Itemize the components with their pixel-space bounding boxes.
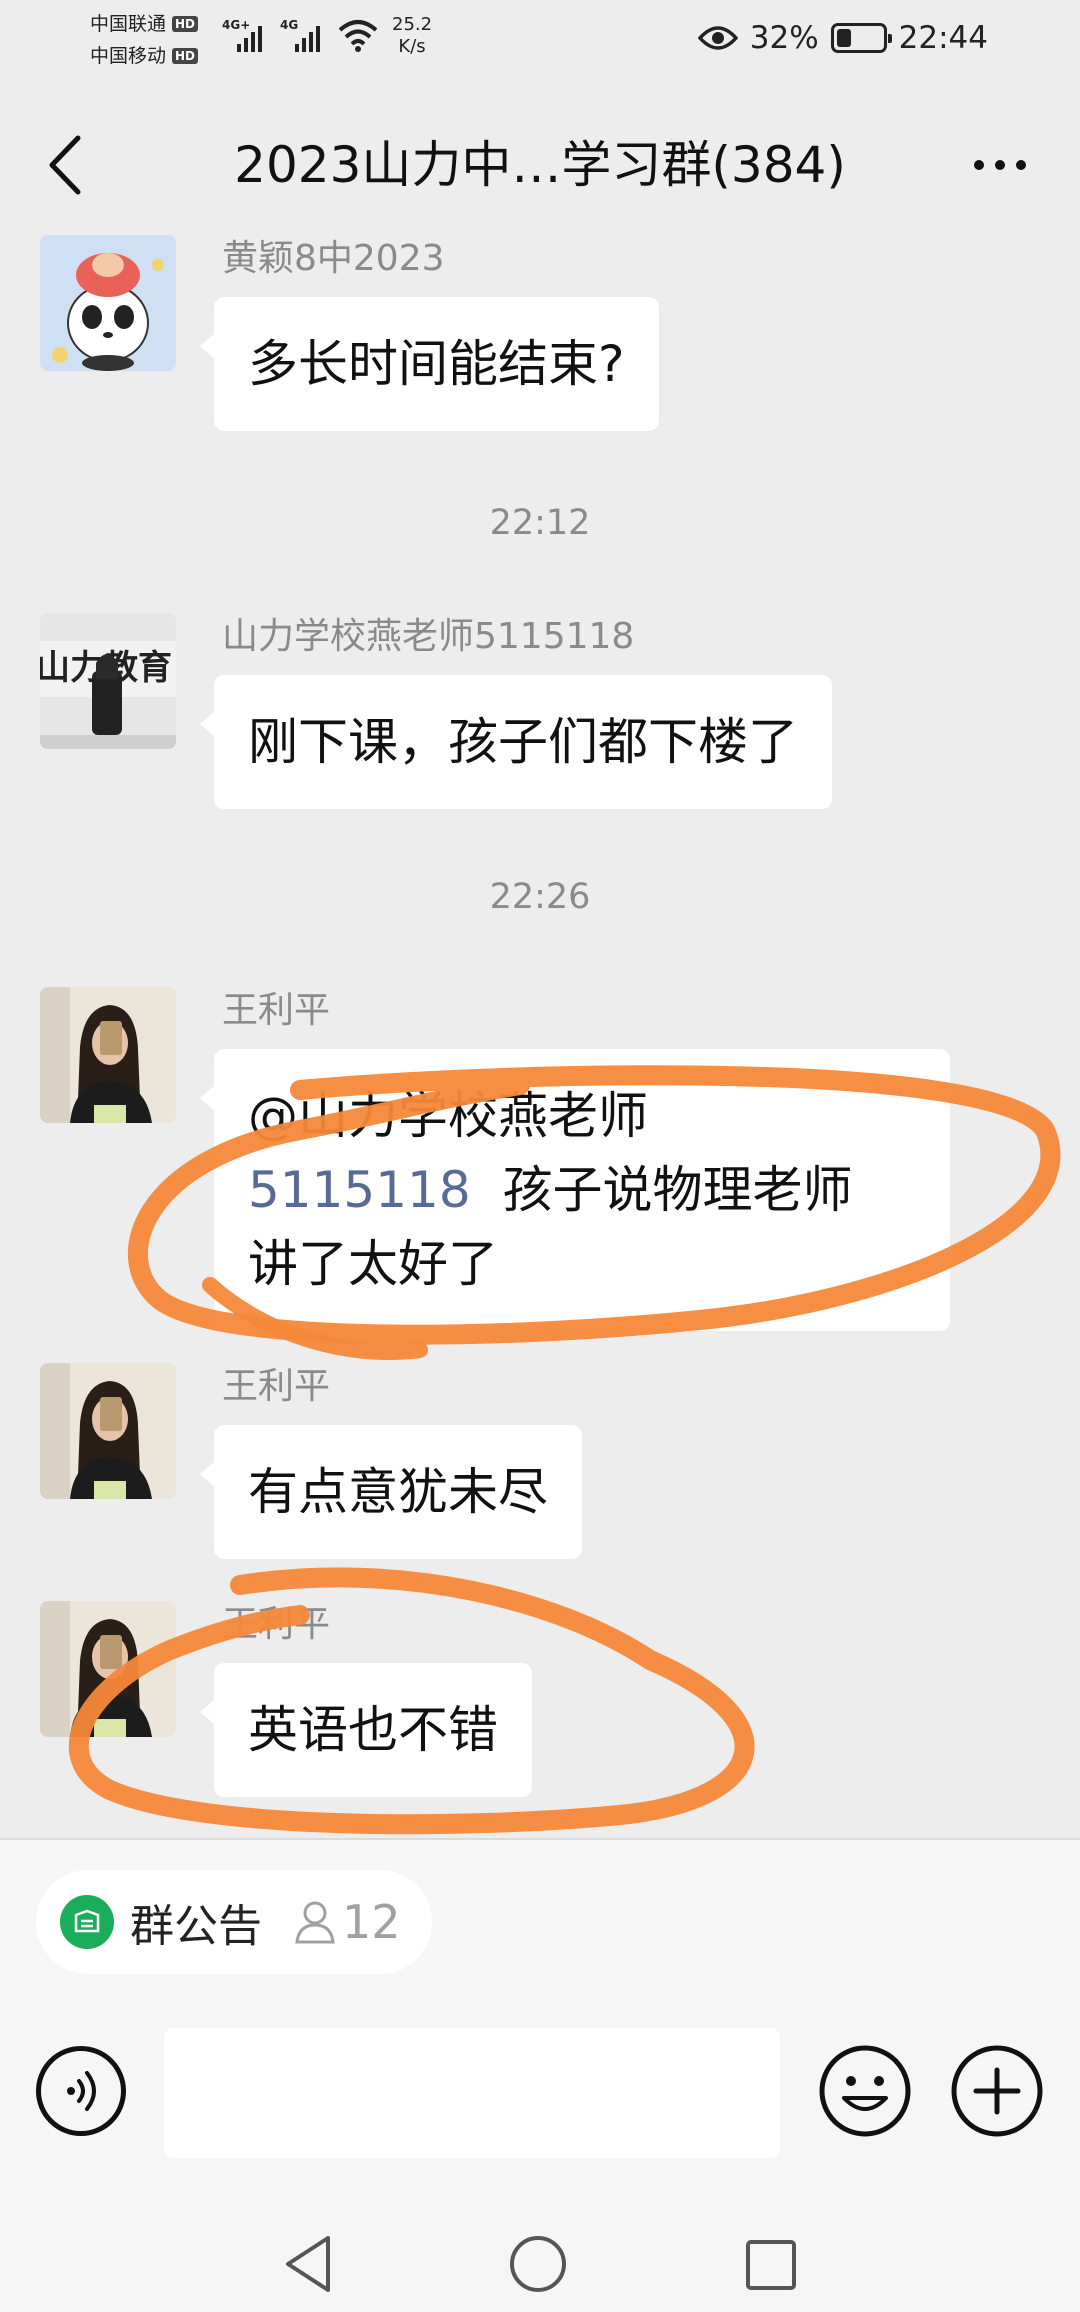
emoji-icon[interactable] [818, 2044, 912, 2138]
avatar-girl[interactable] [40, 1601, 176, 1737]
avatar-girl[interactable] [40, 987, 176, 1123]
sender-name: 王利平 [222, 1366, 331, 1407]
message-bubble[interactable]: 有点意犹未尽 [200, 1425, 582, 1559]
signal-indicators: 4G+ 4G [222, 16, 378, 54]
sender-name: 王利平 [222, 1604, 331, 1645]
speed-value: 25.2 [392, 14, 433, 35]
group-notice-chip[interactable]: 群公告 12 [36, 1870, 432, 1974]
carrier-2: 中国移动 [90, 45, 167, 67]
member-icon [295, 1901, 335, 1944]
group-notice-label: 群公告 [130, 1901, 262, 1952]
message-text: 刚下课，孩子们都下楼了 [248, 713, 798, 771]
more-icon[interactable] [960, 140, 1040, 190]
message-list[interactable]: 黄颖8中2023 多长时间能结束? 22:12 山力教育 山力学校燕老师5115… [0, 235, 1080, 1835]
battery-fill [836, 29, 851, 47]
chat-title: 2023山力中…学习群(384) [234, 136, 846, 194]
network-speed: 25.2 K/s [392, 14, 432, 58]
message-text: 多长时间能结束? [248, 335, 625, 393]
status-time: 22:44 [898, 20, 988, 56]
time-divider: 22:26 [489, 877, 591, 917]
nav-back-icon[interactable] [278, 2232, 338, 2296]
time-divider: 22:12 [489, 503, 591, 543]
message-bubble[interactable]: 多长时间能结束? [200, 297, 659, 431]
message-text-line: 讲了太好了 [248, 1235, 498, 1293]
message-text: 有点意犹未尽 [248, 1463, 548, 1521]
mention-link[interactable]: 5115118 [248, 1161, 471, 1219]
message-text: 英语也不错 [248, 1701, 498, 1759]
nav-home-icon[interactable] [508, 2234, 568, 2294]
bottom-area: 群公告 12 [0, 1840, 1080, 2312]
message-bubble[interactable]: 刚下课，孩子们都下楼了 [200, 675, 832, 809]
message-bubble[interactable]: @山力学校燕老师 5115118 孩子说物理老师 讲了太好了 [200, 1049, 950, 1331]
member-count: 12 [342, 1895, 401, 1949]
avatar-school[interactable]: 山力教育 [40, 613, 176, 749]
status-bar: 中国联通 HD 中国移动 HD 4G+ 4G 25.2 K/s 32% 22:4… [0, 0, 1080, 80]
message-input[interactable] [164, 2028, 780, 2158]
eye-icon [697, 26, 738, 50]
status-right: 32% 22:44 [697, 20, 988, 56]
nav-recent-icon[interactable] [742, 2236, 800, 2294]
hd-badge-1: HD [172, 16, 199, 32]
chat-header: 2023山力中…学习群(384) [0, 100, 1080, 230]
sender-name: 山力学校燕老师5115118 [222, 616, 635, 657]
mention-line-1: @山力学校燕老师 [248, 1087, 648, 1145]
avatar-girl[interactable] [40, 1363, 176, 1499]
message-text-part: 孩子说物理老师 [502, 1161, 853, 1219]
signal-1-icon: 4G+ [222, 16, 262, 54]
back-arrow-icon[interactable] [38, 130, 98, 200]
wifi-icon [338, 20, 378, 52]
avatar-panda[interactable] [40, 235, 176, 371]
voice-icon[interactable] [36, 2046, 126, 2136]
sender-name: 黄颖8中2023 [222, 238, 445, 279]
sender-name: 王利平 [222, 990, 331, 1031]
speed-unit: K/s [398, 36, 426, 57]
add-icon[interactable] [950, 2044, 1044, 2138]
hd-badge-2: HD [172, 48, 199, 64]
announcement-icon [60, 1895, 114, 1949]
signal-2-icon: 4G [280, 16, 320, 54]
battery-icon [830, 23, 892, 53]
message-bubble[interactable]: 英语也不错 [200, 1663, 532, 1797]
system-nav-bar [0, 2216, 1080, 2312]
battery-percent: 32% [749, 20, 819, 56]
carrier-1: 中国联通 [90, 13, 167, 35]
carrier-info: 中国联通 HD 中国移动 HD [90, 8, 199, 72]
